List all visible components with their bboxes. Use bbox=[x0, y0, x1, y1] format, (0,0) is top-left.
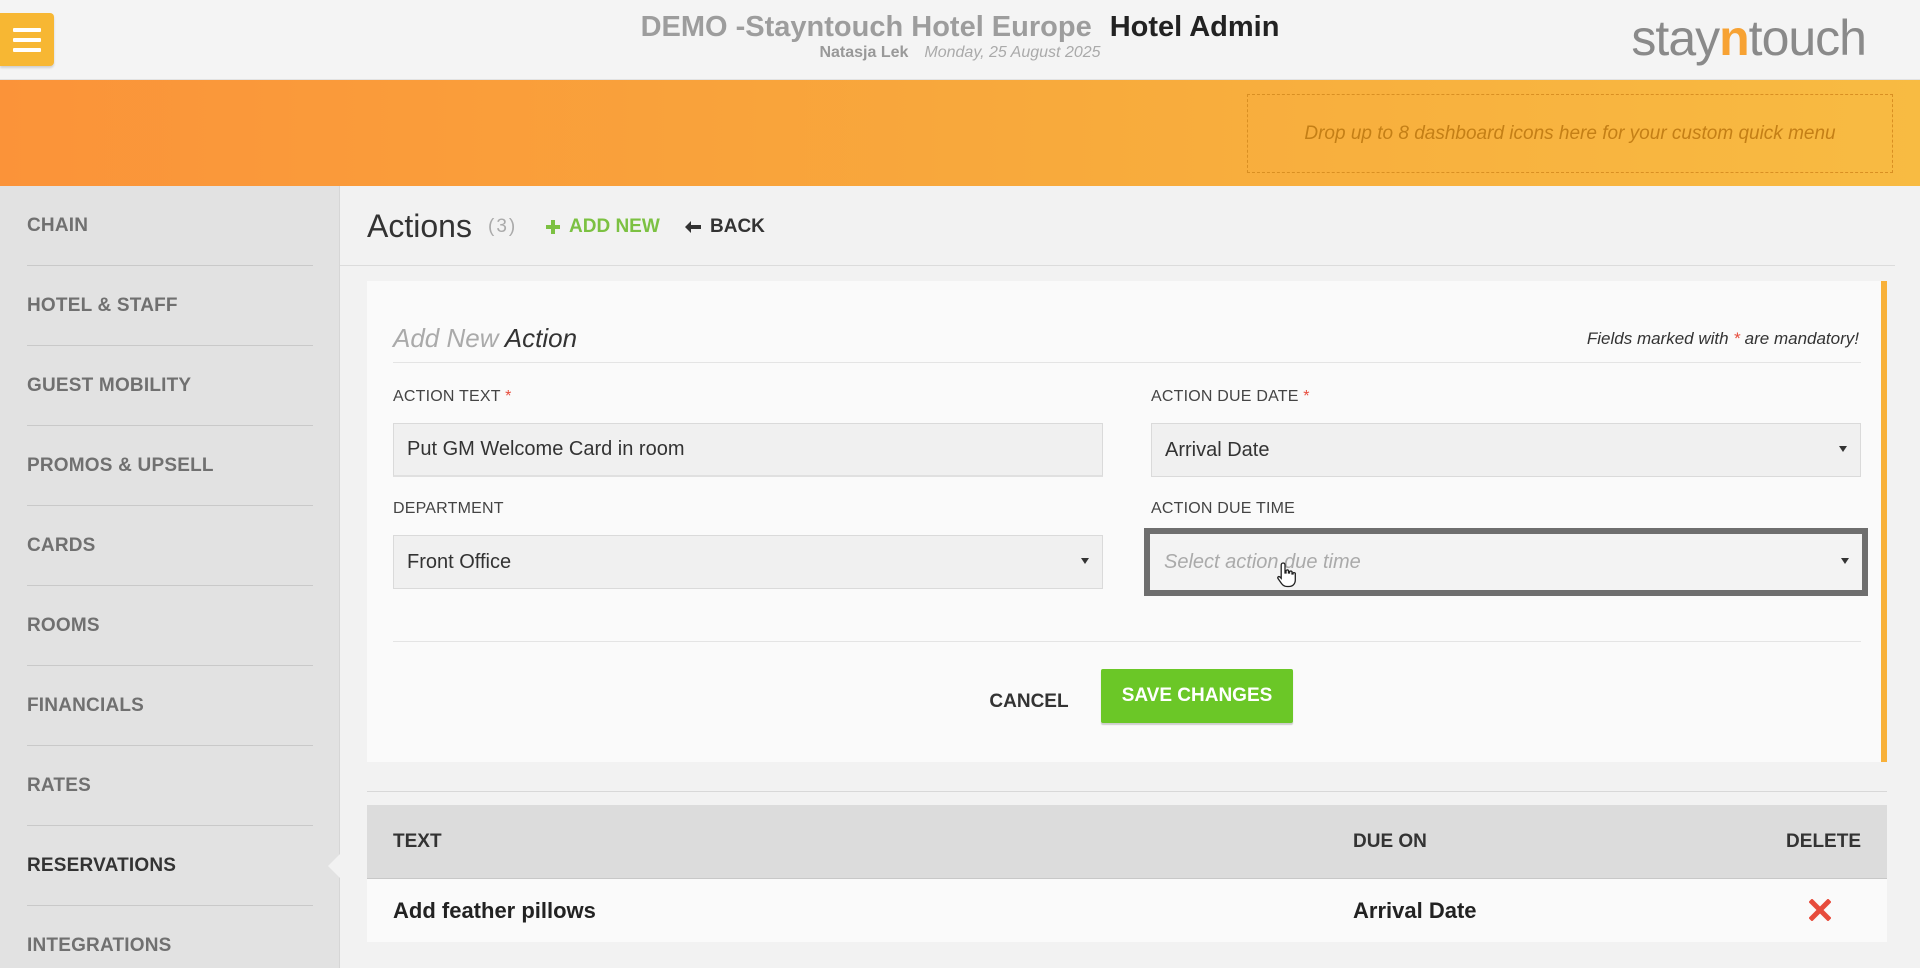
sidebar-item-integrations[interactable]: INTEGRATIONS bbox=[27, 906, 313, 968]
plus-icon bbox=[546, 220, 560, 234]
caret-down-icon bbox=[1841, 558, 1849, 564]
add-new-button[interactable]: ADD NEW bbox=[546, 216, 660, 238]
action-due-date-label: ACTION DUE DATE * bbox=[1151, 388, 1310, 406]
table-row[interactable]: Add feather pillows Arrival Date bbox=[367, 879, 1887, 942]
required-star: * bbox=[1733, 329, 1740, 348]
department-label: DEPARTMENT bbox=[393, 500, 504, 517]
mandatory-note-prefix: Fields marked with bbox=[1586, 329, 1734, 348]
sidebar: CHAIN HOTEL & STAFF GUEST MOBILITY PROMO… bbox=[0, 186, 340, 968]
column-header-delete: DELETE bbox=[1786, 831, 1861, 852]
row-text[interactable]: Add feather pillows bbox=[393, 879, 596, 942]
action-text-label: ACTION TEXT * bbox=[393, 388, 512, 406]
form-heading-main: Action bbox=[504, 323, 578, 353]
active-item-pointer bbox=[328, 853, 341, 879]
column-header-text[interactable]: TEXT bbox=[393, 805, 442, 879]
back-button[interactable]: BACK bbox=[685, 216, 765, 238]
action-due-date-label-text: ACTION DUE DATE bbox=[1151, 388, 1299, 405]
caret-down-icon bbox=[1081, 558, 1089, 564]
column-header-due-on[interactable]: DUE ON bbox=[1353, 805, 1427, 879]
actions-table-header: TEXT DUE ON DELETE bbox=[367, 805, 1887, 879]
logo-text-left: stay bbox=[1631, 10, 1720, 66]
form-heading: Add New Action bbox=[393, 323, 577, 354]
sidebar-item-cards[interactable]: CARDS bbox=[27, 506, 313, 586]
sidebar-item-hotel-staff[interactable]: HOTEL & STAFF bbox=[27, 266, 313, 346]
action-due-date-value: Arrival Date bbox=[1165, 438, 1270, 461]
table-separator bbox=[367, 791, 1887, 792]
top-header: DEMO -Stayntouch Hotel Europe Hotel Admin… bbox=[0, 0, 1920, 80]
save-changes-button[interactable]: SAVE CHANGES bbox=[1101, 669, 1293, 723]
hotel-name: DEMO -Stayntouch Hotel Europe bbox=[640, 11, 1092, 43]
form-divider-top bbox=[393, 362, 1861, 363]
sidebar-item-rooms[interactable]: ROOMS bbox=[27, 586, 313, 666]
mandatory-note: Fields marked with * are mandatory! bbox=[1587, 329, 1859, 349]
required-star: * bbox=[1303, 388, 1310, 405]
app-name: Hotel Admin bbox=[1109, 11, 1280, 43]
form-divider-bottom bbox=[393, 641, 1861, 642]
back-label: BACK bbox=[710, 216, 765, 237]
sidebar-item-reservations[interactable]: RESERVATIONS bbox=[27, 826, 313, 906]
sidebar-item-guest-mobility[interactable]: GUEST MOBILITY bbox=[27, 346, 313, 426]
sidebar-item-chain[interactable]: CHAIN bbox=[27, 186, 313, 266]
arrow-left-icon bbox=[685, 221, 701, 233]
add-action-form: Add New Action Fields marked with * are … bbox=[367, 281, 1887, 762]
caret-down-icon bbox=[1839, 446, 1847, 452]
form-heading-prefix: Add New bbox=[393, 323, 499, 353]
sidebar-item-promos-upsell[interactable]: PROMOS & UPSELL bbox=[27, 426, 313, 506]
action-due-time-placeholder: Select action due time bbox=[1164, 550, 1361, 573]
page-title: Actions bbox=[367, 208, 472, 244]
cancel-button[interactable]: CANCEL bbox=[983, 686, 1075, 718]
stayntouch-logo: stayntouch bbox=[1631, 8, 1867, 68]
quick-menu-dropzone[interactable]: Drop up to 8 dashboard icons here for yo… bbox=[1247, 94, 1893, 173]
delete-x-icon[interactable] bbox=[1809, 899, 1831, 921]
header-divider bbox=[340, 265, 1895, 266]
action-due-time-select[interactable]: Select action due time bbox=[1144, 528, 1868, 596]
business-date: Monday, 25 August 2025 bbox=[924, 44, 1101, 61]
department-select[interactable]: Front Office bbox=[393, 535, 1103, 589]
hand-cursor-icon bbox=[1277, 562, 1296, 588]
action-due-date-select[interactable]: Arrival Date bbox=[1151, 423, 1861, 477]
quick-menu-band: Drop up to 8 dashboard icons here for yo… bbox=[0, 80, 1920, 186]
add-new-label: ADD NEW bbox=[569, 216, 660, 237]
logo-text-right: touch bbox=[1748, 10, 1867, 66]
sidebar-item-financials[interactable]: FINANCIALS bbox=[27, 666, 313, 746]
action-due-time-label: ACTION DUE TIME bbox=[1151, 500, 1296, 517]
mandatory-note-suffix: are mandatory! bbox=[1739, 329, 1859, 348]
action-text-label-text: ACTION TEXT bbox=[393, 388, 501, 405]
logo-text-n: n bbox=[1719, 10, 1750, 66]
action-text-input[interactable]: Put GM Welcome Card in room bbox=[393, 423, 1103, 477]
user-name: Natasja Lek bbox=[819, 44, 909, 61]
required-star: * bbox=[505, 388, 512, 405]
row-due-on: Arrival Date bbox=[1353, 897, 1477, 923]
actions-count: (3) bbox=[488, 216, 518, 237]
sidebar-item-rates[interactable]: RATES bbox=[27, 746, 313, 826]
department-value: Front Office bbox=[407, 550, 512, 573]
